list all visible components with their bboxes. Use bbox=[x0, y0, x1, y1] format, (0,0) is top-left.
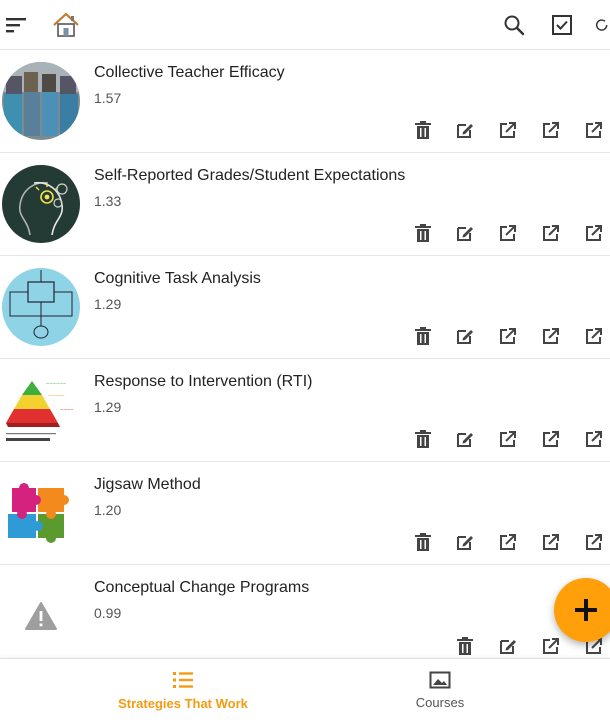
edit-icon[interactable] bbox=[496, 634, 520, 658]
delete-icon[interactable] bbox=[411, 427, 435, 451]
edit-icon[interactable] bbox=[453, 427, 477, 451]
strategy-score: 1.20 bbox=[94, 502, 122, 518]
open-external-icon[interactable] bbox=[496, 530, 520, 554]
open-external-icon[interactable] bbox=[539, 118, 563, 142]
tab-courses[interactable]: Courses bbox=[392, 659, 488, 720]
bottom-navigation: Strategies That Work Courses bbox=[0, 658, 610, 720]
svg-text:~~~~~: ~~~~~ bbox=[48, 393, 65, 398]
strategy-score: 1.57 bbox=[94, 90, 122, 106]
plus-icon bbox=[575, 599, 597, 621]
open-external-icon[interactable] bbox=[539, 634, 563, 658]
image-icon bbox=[429, 671, 451, 688]
open-external-icon[interactable] bbox=[496, 221, 520, 245]
list-item[interactable]: Jigsaw Method 1.20 bbox=[0, 462, 610, 565]
svg-text:~~~~: ~~~~ bbox=[60, 407, 73, 412]
strategy-title[interactable]: Cognitive Task Analysis bbox=[94, 270, 261, 288]
checkbox-icon[interactable] bbox=[549, 0, 575, 50]
strategy-title[interactable]: Self-Reported Grades/Student Expectation… bbox=[94, 167, 405, 185]
list-icon bbox=[173, 671, 193, 688]
list-item[interactable]: Cognitive Task Analysis 1.29 bbox=[0, 256, 610, 359]
open-external-icon[interactable] bbox=[582, 221, 606, 245]
open-external-icon[interactable] bbox=[496, 118, 520, 142]
tab-label: Strategies That Work bbox=[118, 695, 248, 711]
edit-icon[interactable] bbox=[453, 118, 477, 142]
open-external-icon[interactable] bbox=[582, 427, 606, 451]
delete-icon[interactable] bbox=[411, 530, 435, 554]
open-external-icon[interactable] bbox=[539, 324, 563, 348]
open-external-icon[interactable] bbox=[539, 427, 563, 451]
open-external-icon[interactable] bbox=[539, 530, 563, 554]
strategy-score: 1.29 bbox=[94, 296, 122, 312]
tab-strategies-that-work[interactable]: Strategies That Work bbox=[108, 659, 258, 720]
search-icon[interactable] bbox=[501, 0, 527, 50]
top-app-bar bbox=[0, 0, 610, 50]
open-external-icon[interactable] bbox=[582, 324, 606, 348]
delete-icon[interactable] bbox=[453, 634, 477, 658]
edit-icon[interactable] bbox=[453, 221, 477, 245]
strategy-title[interactable]: Response to Intervention (RTI) bbox=[94, 373, 312, 391]
add-strategy-button[interactable] bbox=[554, 578, 610, 642]
delete-icon[interactable] bbox=[411, 221, 435, 245]
svg-text:~~~~~~: ~~~~~~ bbox=[46, 381, 66, 386]
open-external-icon[interactable] bbox=[496, 324, 520, 348]
list-item[interactable]: Collective Teacher Efficacy 1.57 bbox=[0, 50, 610, 153]
open-external-icon[interactable] bbox=[496, 427, 520, 451]
home-icon[interactable] bbox=[50, 0, 82, 50]
delete-icon[interactable] bbox=[411, 324, 435, 348]
list-item[interactable]: ~~~~~~ ~~~~~ ~~~~ Response to Interventi… bbox=[0, 359, 610, 462]
menu-icon[interactable] bbox=[2, 0, 30, 50]
list-item[interactable]: Self-Reported Grades/Student Expectation… bbox=[0, 153, 610, 256]
delete-icon[interactable] bbox=[411, 118, 435, 142]
strategy-list: Collective Teacher Efficacy 1.57 Self-Re… bbox=[0, 50, 610, 668]
tab-label: Courses bbox=[415, 694, 465, 710]
edit-icon[interactable] bbox=[453, 324, 477, 348]
strategy-title[interactable]: Collective Teacher Efficacy bbox=[94, 64, 285, 82]
strategy-title[interactable]: Jigsaw Method bbox=[94, 476, 201, 494]
refresh-icon[interactable] bbox=[594, 0, 610, 50]
strategy-score: 0.99 bbox=[94, 605, 122, 621]
edit-icon[interactable] bbox=[453, 530, 477, 554]
open-external-icon[interactable] bbox=[539, 221, 563, 245]
list-item[interactable]: Conceptual Change Programs 0.99 bbox=[0, 565, 610, 668]
strategy-title[interactable]: Conceptual Change Programs bbox=[94, 579, 309, 597]
strategy-score: 1.33 bbox=[94, 193, 122, 209]
strategy-score: 1.29 bbox=[94, 399, 122, 415]
open-external-icon[interactable] bbox=[582, 118, 606, 142]
open-external-icon[interactable] bbox=[582, 530, 606, 554]
